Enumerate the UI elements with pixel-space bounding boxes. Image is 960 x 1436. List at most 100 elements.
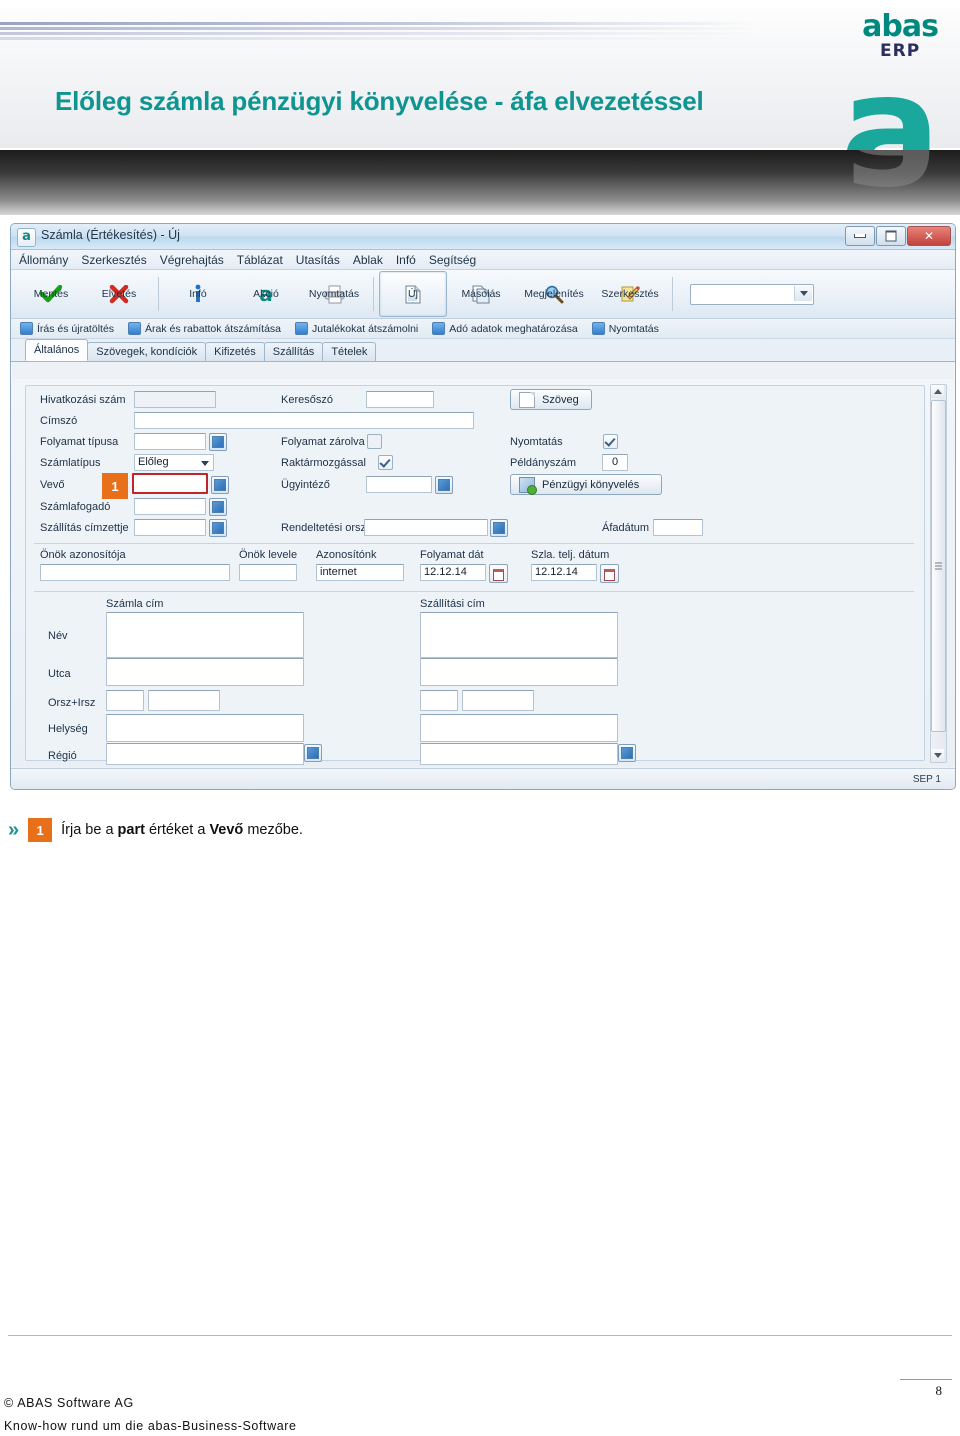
- grip-icon: [935, 562, 942, 570]
- menu-item-utasitas[interactable]: Utasítás: [296, 253, 340, 267]
- toolbar-button-elvetes[interactable]: Elvetés: [85, 271, 153, 317]
- tab-szallitas[interactable]: Szállítás: [263, 342, 324, 361]
- input-vevo[interactable]: [132, 473, 208, 494]
- label-peldanyszam: Példányszám: [510, 457, 577, 469]
- checkbox-icon: [432, 322, 446, 335]
- input-billing-helyseg[interactable]: [106, 714, 304, 742]
- toolbar-button-megjelenites[interactable]: Megjelenítés: [515, 271, 593, 317]
- chevron-down-icon: [201, 461, 209, 466]
- menu-item-segitseg[interactable]: Segítség: [429, 253, 476, 267]
- logo-erp-text: ERP: [880, 41, 921, 61]
- input-shipping-irsz[interactable]: [462, 690, 534, 711]
- option-label-3: Adó adatok meghatározása: [449, 322, 578, 335]
- input-billing-nev[interactable]: [106, 612, 304, 658]
- calendar-icon-folyamat-dat[interactable]: [489, 564, 508, 583]
- scroll-up-button[interactable]: [931, 385, 944, 398]
- input-shipping-utca[interactable]: [420, 658, 618, 686]
- input-billing-regio[interactable]: [106, 743, 304, 765]
- input-szla-telj-datum[interactable]: 12.12.14: [531, 564, 597, 581]
- tab-szovegek-kondiciok[interactable]: Szövegek, kondíciók: [87, 342, 207, 361]
- tab-kifizetes[interactable]: Kifizetés: [205, 342, 265, 361]
- menu-item-ablak[interactable]: Ablak: [353, 253, 383, 267]
- option-check-ado-adatok[interactable]: Adó adatok meghatározása: [432, 322, 578, 335]
- szoveg-button-label: Szöveg: [542, 393, 579, 406]
- chevron-down-icon[interactable]: [794, 285, 812, 301]
- input-peldanyszam[interactable]: 0: [602, 454, 628, 471]
- toolbar-button-szerkesztes[interactable]: Szerkesztés: [593, 271, 667, 317]
- banner-dark-strip: [0, 150, 960, 215]
- tab-tetelek[interactable]: Tételek: [322, 342, 377, 361]
- close-button[interactable]: ✕: [907, 226, 951, 246]
- checkbox-folyamat-zarolva[interactable]: [367, 434, 382, 449]
- input-rendeltetesi-orsz[interactable]: [364, 519, 488, 536]
- toolbar-button-mentes[interactable]: Mentés: [17, 271, 85, 317]
- toolbar-button-nyomtatas[interactable]: Nyomtatás: [300, 271, 368, 317]
- maximize-button[interactable]: [876, 226, 906, 246]
- picker-billing-regio[interactable]: [304, 744, 322, 762]
- input-billing-utca[interactable]: [106, 658, 304, 686]
- option-check-nyomtatas[interactable]: Nyomtatás: [591, 322, 659, 335]
- input-kereszoszo[interactable]: [366, 391, 434, 408]
- picker-folyamat-tipusa[interactable]: [209, 433, 227, 451]
- picker-vevo[interactable]: [211, 476, 229, 494]
- menu-item-vegrehajtas[interactable]: Végrehajtás: [160, 253, 224, 267]
- input-onok-azonositoja[interactable]: [40, 564, 230, 581]
- picker-ugyintezo[interactable]: [435, 476, 453, 494]
- picker-shipping-regio[interactable]: [618, 744, 636, 762]
- toolbar-button-uj[interactable]: Új: [379, 271, 447, 317]
- toolbar-separator-2: [373, 277, 374, 311]
- input-hivatkozasi-szam[interactable]: [134, 391, 216, 408]
- toolbar-button-akcio[interactable]: a Akció: [232, 271, 300, 317]
- input-szamlafogado[interactable]: [134, 498, 206, 515]
- menu-item-tablazat[interactable]: Táblázat: [237, 253, 283, 267]
- menu-item-allomany[interactable]: Állomány: [19, 253, 68, 267]
- input-ugyintezo[interactable]: [366, 476, 432, 493]
- input-billing-irsz[interactable]: [148, 690, 220, 711]
- input-szallitas-cimzettje[interactable]: [134, 519, 206, 536]
- close-icon: ✕: [923, 229, 935, 243]
- szoveg-button[interactable]: Szöveg: [510, 389, 592, 410]
- ledger-green-icon: [519, 476, 537, 495]
- scrollbar-thumb[interactable]: [931, 400, 946, 732]
- input-onok-levele[interactable]: [239, 564, 297, 581]
- tab-altalanos[interactable]: Általános: [25, 339, 89, 361]
- footer-tagline: Know-how rund um die abas-Business-Softw…: [4, 1419, 297, 1433]
- input-folyamat-tipusa[interactable]: [134, 433, 206, 450]
- toolbar-separator: [158, 277, 159, 311]
- label-rendeltetesi-orsz: Rendeltetési orsz: [281, 522, 366, 534]
- toolbar-combo[interactable]: [690, 283, 814, 305]
- chevron-down-icon: [933, 753, 942, 758]
- menu-item-info[interactable]: Infó: [396, 253, 416, 267]
- calendar-icon-szla-telj-datum[interactable]: [600, 564, 619, 583]
- scroll-down-button[interactable]: [931, 749, 944, 762]
- toolbar-button-masolas[interactable]: Másolás: [447, 271, 515, 317]
- input-shipping-regio[interactable]: [420, 743, 618, 765]
- minimize-button[interactable]: [845, 226, 875, 246]
- toolbar-button-info[interactable]: Infó: [164, 271, 232, 317]
- input-cimszo[interactable]: [134, 412, 474, 429]
- penzugyi-konyveles-button[interactable]: Pénzügyi könyvelés: [510, 474, 662, 495]
- picker-rendeltetesi-orsz[interactable]: [490, 519, 508, 537]
- form-vertical-scrollbar[interactable]: [930, 384, 947, 763]
- option-check-jutalekok[interactable]: Jutalékokat átszámolni: [295, 322, 418, 335]
- input-folyamat-dat[interactable]: 12.12.14: [420, 564, 486, 581]
- callout-badge-1: 1: [102, 473, 128, 499]
- checkbox-nyomtatas[interactable]: [603, 434, 618, 449]
- caption-bold-vevo: Vevő: [209, 822, 244, 838]
- input-azonositonk[interactable]: internet: [316, 564, 404, 581]
- picker-szallitas-cimzettje[interactable]: [209, 519, 227, 537]
- input-shipping-helyseg[interactable]: [420, 714, 618, 742]
- input-shipping-orsz[interactable]: [420, 690, 458, 711]
- input-afadatum[interactable]: [653, 519, 703, 536]
- menu-item-szerkesztes[interactable]: Szerkesztés: [81, 253, 146, 267]
- checkbox-icon: [295, 322, 309, 335]
- label-vevo: Vevő: [40, 479, 65, 491]
- select-szamlatipus[interactable]: Előleg: [134, 454, 214, 471]
- picker-szamlafogado[interactable]: [209, 498, 227, 516]
- option-check-arak-rabattok[interactable]: Árak és rabattok átszámítása: [128, 322, 281, 335]
- option-check-iras-es-ujratoltes[interactable]: Írás és újratöltés: [20, 322, 114, 335]
- option-label-1: Árak és rabattok átszámítása: [145, 322, 282, 335]
- checkbox-raktarmozgassal[interactable]: [378, 455, 393, 470]
- input-billing-orsz[interactable]: [106, 690, 144, 711]
- input-shipping-nev[interactable]: [420, 612, 618, 658]
